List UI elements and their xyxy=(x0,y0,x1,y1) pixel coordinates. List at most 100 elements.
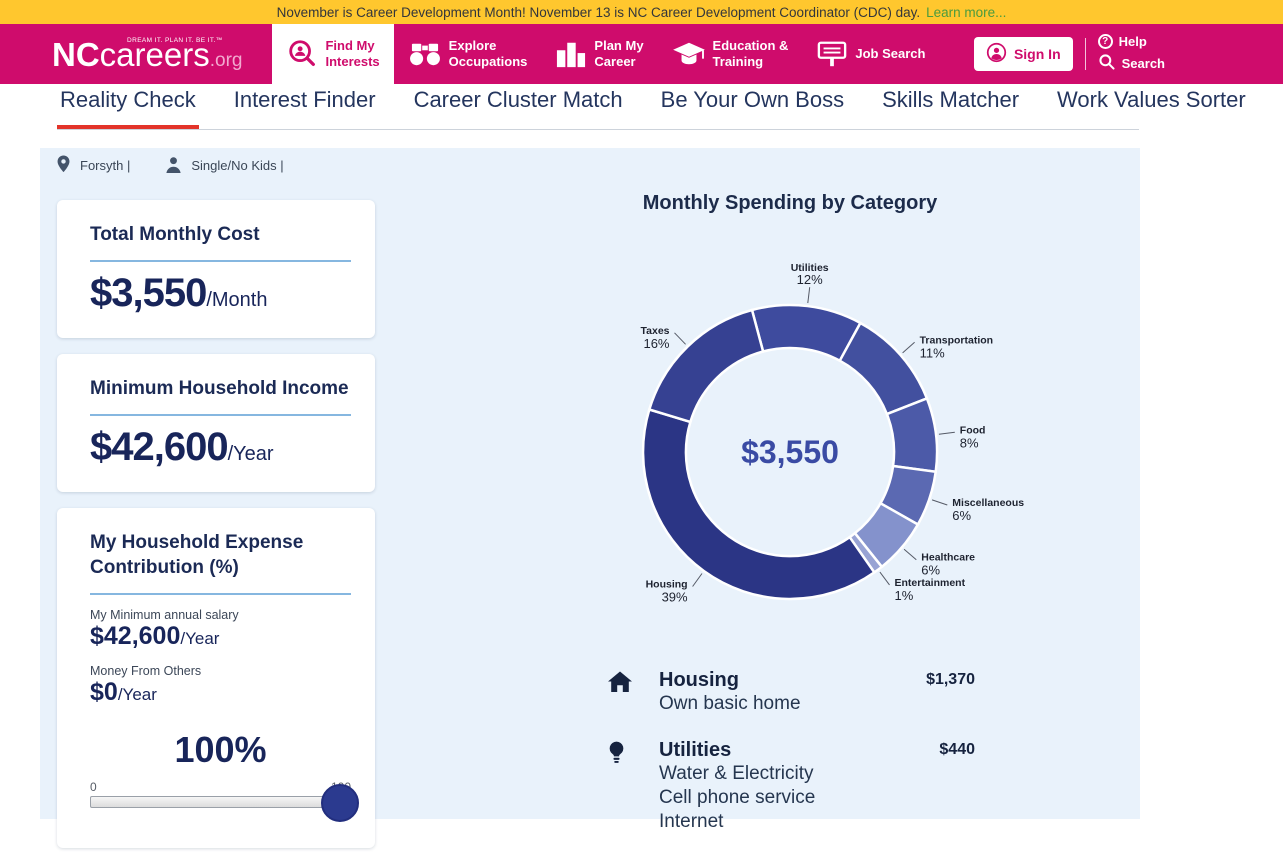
expense-text: Utilities Water & Electricity Cell phone… xyxy=(659,738,913,834)
expense-name: Housing xyxy=(659,669,739,691)
card-title: My Household Expense Contribution (%) xyxy=(90,532,304,579)
location-pin-icon xyxy=(55,154,72,177)
slider-min-label: 0 xyxy=(90,779,97,794)
contribution-percent: 100% xyxy=(174,728,267,770)
salary-unit: /Year xyxy=(180,629,220,649)
expense-item: Cell phone service xyxy=(659,787,816,809)
expense-contribution-card: My Household Expense Contribution (%) My… xyxy=(57,508,375,849)
others-value: $0 xyxy=(90,678,118,707)
tab-reality-check[interactable]: Reality Check xyxy=(57,80,199,129)
donut-segment-transportation[interactable] xyxy=(838,321,929,416)
card-value-line: $3,550/Month xyxy=(90,271,351,316)
person-icon xyxy=(164,155,183,177)
donut-center-value: $3,550 xyxy=(741,434,839,470)
logo-nc: NC xyxy=(52,35,100,73)
expense-row-housing: Housing Own basic home $1,370 xyxy=(607,668,975,716)
expense-name: Utilities xyxy=(659,739,732,762)
chart-title: Monthly Spending by Category xyxy=(642,192,938,214)
contribution-slider-track[interactable] xyxy=(90,783,359,822)
logo[interactable]: DREAM IT. PLAN IT. BE IT.™ NCcareers.org xyxy=(0,24,272,84)
salary-label: My Minimum annual salary xyxy=(90,608,239,623)
card-divider xyxy=(90,414,351,417)
expense-item: Own basic home xyxy=(659,693,801,714)
donut-label-percent: 16% xyxy=(643,336,669,351)
donut-label-line xyxy=(938,431,955,435)
graduation-cap-icon xyxy=(672,40,706,68)
household-label: Single/No Kids | xyxy=(191,158,284,173)
search-link[interactable]: Search xyxy=(1098,53,1165,74)
card-divider xyxy=(90,260,351,263)
nav-explore-occupations[interactable]: Explore Occupations xyxy=(394,24,542,84)
contribution-slider-handle[interactable] xyxy=(321,783,359,822)
nav-label-line1: Explore xyxy=(448,37,497,53)
slider-scale: 0 100 xyxy=(90,780,351,794)
summary-cards: Total Monthly Cost $3,550/Month Minimum … xyxy=(57,200,375,849)
nav-find-my-interests[interactable]: Find My Interests xyxy=(272,24,394,84)
donut-label-line xyxy=(903,548,917,561)
card-value-line: $42,600/Year xyxy=(90,425,351,470)
binoculars-icon xyxy=(408,40,442,68)
minimum-household-income-card: Minimum Household Income $42,600/Year xyxy=(57,354,375,493)
expense-amount: $440 xyxy=(939,741,975,759)
learn-more-link[interactable]: Learn more... xyxy=(926,5,1006,20)
location-filter[interactable]: Forsyth | xyxy=(55,154,130,177)
nav-education-training[interactable]: Education & Training xyxy=(658,24,803,84)
announcement-text: November is Career Development Month! No… xyxy=(276,4,921,20)
donut-label-percent: 8% xyxy=(960,435,979,450)
donut-label-line xyxy=(692,573,703,587)
household-filter[interactable]: Single/No Kids | xyxy=(164,155,284,177)
donut-label-percent: 11% xyxy=(920,345,945,360)
tab-interest-finder[interactable]: Interest Finder xyxy=(231,80,379,129)
others-unit: /Year xyxy=(117,685,157,705)
nav-label-line2: Training xyxy=(712,54,764,69)
nav-label-line2: Career xyxy=(594,54,636,69)
donut-label-percent: 12% xyxy=(797,272,823,287)
minimum-income-unit: /Year xyxy=(227,443,274,466)
total-monthly-cost-unit: /Month xyxy=(206,289,268,312)
main-nav: Find My Interests Explore Occupations Pl… xyxy=(272,24,939,84)
nav-label-line1: Job Search xyxy=(855,45,926,61)
expense-list: Housing Own basic home $1,370 Utilities … xyxy=(607,668,975,857)
card-title: Total Monthly Cost xyxy=(90,224,260,245)
site-header: DREAM IT. PLAN IT. BE IT.™ NCcareers.org… xyxy=(0,24,1283,84)
nav-label: Find My Interests xyxy=(325,38,379,71)
minimum-income-value: $42,600 xyxy=(90,425,229,470)
expense-amount: $1,370 xyxy=(926,671,975,688)
expense-text: Housing Own basic home xyxy=(659,668,900,716)
nav-plan-my-career[interactable]: Plan My Career xyxy=(541,24,657,84)
help-link[interactable]: ? Help xyxy=(1097,34,1165,49)
filter-row: Forsyth | Single/No Kids | xyxy=(55,154,284,177)
card-divider xyxy=(90,593,351,596)
logo-tagline: DREAM IT. PLAN IT. BE IT.™ xyxy=(127,37,223,44)
salary-value: $42,600 xyxy=(90,622,181,651)
donut-label-line xyxy=(807,287,811,304)
tab-work-values-sorter[interactable]: Work Values Sorter xyxy=(1054,80,1249,129)
nav-label: Education & Training xyxy=(713,38,789,71)
nav-label-line2: Interests xyxy=(325,54,380,69)
others-value-line: $0/Year xyxy=(90,678,351,707)
nav-label-line1: Plan My xyxy=(594,37,644,53)
sign-in-button[interactable]: Sign In xyxy=(973,37,1073,71)
now-hiring-sign-icon xyxy=(816,39,848,69)
spending-donut-chart: Utilities12%Transportation11%Food8%Misce… xyxy=(641,262,1025,604)
magnifier-person-icon xyxy=(286,38,318,70)
card-title: Minimum Household Income xyxy=(90,378,349,400)
expense-row-utilities: Utilities Water & Electricity Cell phone… xyxy=(607,738,975,834)
tab-career-cluster-match[interactable]: Career Cluster Match xyxy=(411,80,626,129)
lightbulb-icon xyxy=(607,738,633,834)
donut-label-percent: 6% xyxy=(952,508,971,523)
nav-label: Job Search xyxy=(855,46,925,62)
total-monthly-cost-value: $3,550 xyxy=(90,271,207,316)
nav-job-search[interactable]: Job Search xyxy=(802,24,939,84)
tab-skills-matcher[interactable]: Skills Matcher xyxy=(879,80,1022,129)
donut-label-percent: 1% xyxy=(895,588,914,603)
help-search-group: ? Help Search xyxy=(1097,34,1165,74)
sign-in-label: Sign In xyxy=(1013,46,1061,62)
total-monthly-cost-card: Total Monthly Cost $3,550/Month xyxy=(57,200,375,339)
nav-label: Explore Occupations xyxy=(449,38,528,71)
header-divider xyxy=(1084,38,1086,70)
header-right: Sign In ? Help Search xyxy=(973,24,1283,84)
expense-item: Water & Electricity xyxy=(659,763,814,785)
tab-be-your-own-boss[interactable]: Be Your Own Boss xyxy=(658,80,847,129)
nav-label-line1: Education & xyxy=(712,37,789,53)
